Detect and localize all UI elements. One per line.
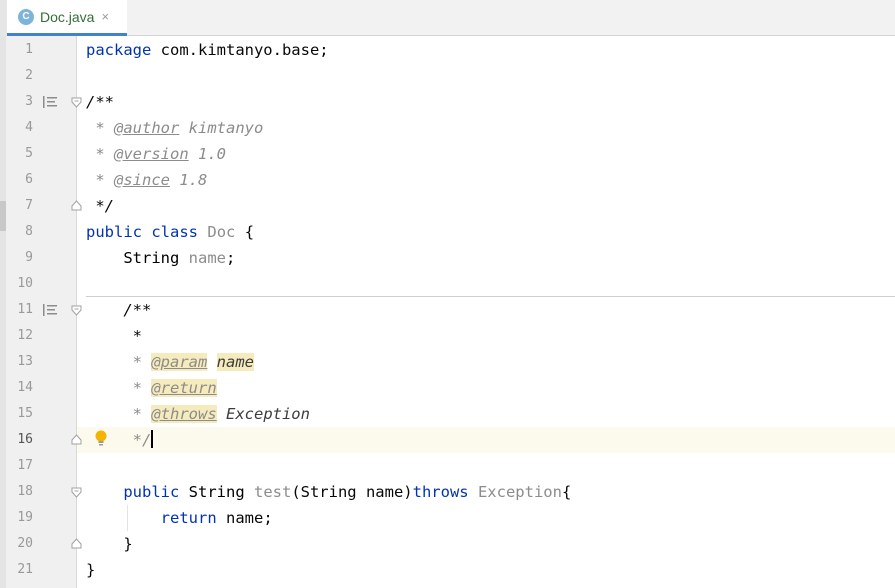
code-text: /** — [86, 301, 152, 319]
code-text: } — [86, 561, 96, 579]
line-number: 1 — [25, 42, 33, 57]
line-number: 21 — [17, 562, 33, 577]
code-line[interactable]: 9 String name; — [0, 245, 895, 271]
code-text: * @return — [86, 379, 217, 397]
code-line[interactable]: 18 public String test(String name)throws… — [0, 479, 895, 505]
line-number: 8 — [25, 224, 33, 239]
code-line[interactable]: 2 — [0, 63, 895, 89]
line-number: 7 — [25, 198, 33, 213]
code-text: */ — [86, 197, 114, 215]
line-number: 9 — [25, 250, 33, 265]
code-text: * @version 1.0 — [86, 145, 226, 163]
line-number: 4 — [25, 120, 33, 135]
line-number: 20 — [17, 536, 33, 551]
code-text: package com.kimtanyo.base; — [86, 41, 329, 59]
code-text: * @since 1.8 — [86, 171, 208, 189]
fold-end-icon[interactable] — [71, 434, 82, 445]
line-number: 16 — [17, 432, 33, 447]
line-number: 15 — [17, 406, 33, 421]
editor-tab-bar: C Doc.java × — [0, 0, 895, 36]
code-line[interactable]: 13 * @param name — [0, 349, 895, 375]
fold-end-icon[interactable] — [71, 538, 82, 549]
line-number: 13 — [17, 354, 33, 369]
code-line[interactable]: 11 /** — [0, 297, 895, 323]
code-line[interactable]: 17 — [0, 453, 895, 479]
java-class-icon: C — [18, 8, 34, 25]
line-number: 2 — [25, 68, 33, 83]
code-line[interactable]: 19 return name; — [0, 505, 895, 531]
code-text: */ — [86, 430, 154, 449]
code-text: public String test(String name)throws Ex… — [123, 483, 572, 501]
code-text: String name; — [123, 249, 236, 267]
line-number: 18 — [17, 484, 33, 499]
code-text: * @param name — [86, 353, 254, 371]
code-line[interactable]: 3 /** — [0, 89, 895, 115]
line-number: 19 — [17, 510, 33, 525]
code-line[interactable]: 5 * @version 1.0 — [0, 141, 895, 167]
line-number: 6 — [25, 172, 33, 187]
code-line[interactable]: 14 * @return — [0, 375, 895, 401]
line-number: 12 — [17, 328, 33, 343]
code-line[interactable]: 20 } — [0, 531, 895, 557]
fold-icon[interactable] — [71, 305, 82, 316]
fold-icon[interactable] — [71, 487, 82, 498]
code-text: public class Doc { — [86, 223, 255, 241]
close-icon[interactable]: × — [101, 9, 109, 24]
line-number: 3 — [25, 94, 33, 109]
text-caret — [151, 430, 154, 448]
tab-doc-java[interactable]: C Doc.java × — [7, 0, 127, 36]
line-number: 17 — [17, 458, 33, 473]
code-line[interactable]: 7 */ — [0, 193, 895, 219]
code-text: * @throws Exception — [86, 405, 310, 423]
code-line[interactable]: 12 * — [0, 323, 895, 349]
code-line[interactable]: 8 public class Doc { — [0, 219, 895, 245]
code-text: * @author kimtanyo — [86, 119, 264, 137]
fold-icon[interactable] — [71, 97, 82, 108]
code-line[interactable]: 15 * @throws Exception — [0, 401, 895, 427]
fold-end-icon[interactable] — [71, 200, 82, 211]
line-number: 14 — [17, 380, 33, 395]
code-line[interactable]: 21 } — [0, 557, 895, 583]
code-text: * — [86, 327, 142, 345]
code-line[interactable]: 4 * @author kimtanyo — [0, 115, 895, 141]
tab-bar-edge — [0, 0, 7, 36]
code-text: } — [86, 535, 133, 553]
code-line[interactable]: 10 — [0, 271, 895, 297]
code-line[interactable]: 1 package com.kimtanyo.base; — [0, 37, 895, 63]
code-text: /** — [86, 93, 114, 111]
line-number: 10 — [17, 276, 33, 291]
line-number: 11 — [17, 302, 33, 317]
code-line-current[interactable]: 16 */ — [0, 427, 895, 453]
code-text: return name; — [160, 509, 273, 527]
line-number: 5 — [25, 146, 33, 161]
code-line[interactable]: 6 * @since 1.8 — [0, 167, 895, 193]
render-doc-icon[interactable] — [43, 304, 57, 316]
render-doc-icon[interactable] — [43, 96, 57, 108]
tab-label: Doc.java — [40, 8, 95, 25]
